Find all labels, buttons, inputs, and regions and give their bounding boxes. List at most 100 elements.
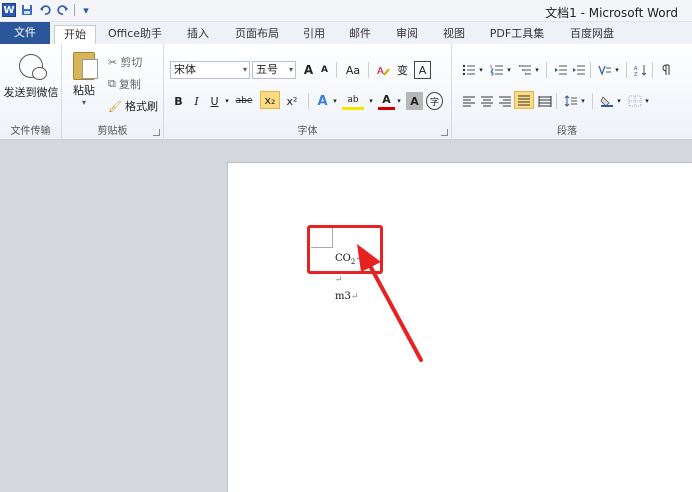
send-to-wechat-button[interactable]: 发送到微信 bbox=[2, 54, 60, 100]
align-left-icon[interactable] bbox=[460, 92, 477, 110]
chinese-layout-icon[interactable] bbox=[596, 61, 613, 79]
copy-button[interactable]: ⧉ 复制 bbox=[108, 76, 141, 92]
chevron-down-icon[interactable]: ▾ bbox=[612, 61, 622, 79]
align-right-icon[interactable] bbox=[496, 92, 513, 110]
copy-label: 复制 bbox=[118, 78, 141, 91]
justify-icon[interactable] bbox=[514, 91, 534, 109]
separator bbox=[592, 93, 593, 109]
sort-icon[interactable]: AZ bbox=[632, 61, 649, 79]
character-border-button[interactable]: A bbox=[414, 61, 431, 79]
format-painter-button[interactable]: 🖌 格式刷 bbox=[108, 98, 158, 114]
copy-icon: ⧉ bbox=[108, 77, 116, 90]
highlight-button[interactable]: ab bbox=[342, 92, 364, 110]
bullets-icon[interactable] bbox=[460, 61, 477, 79]
strikethrough-button[interactable]: abe bbox=[234, 92, 254, 110]
chevron-down-icon: ▾ bbox=[242, 65, 247, 74]
superscript-button[interactable]: x² bbox=[282, 92, 302, 110]
font-launcher-icon[interactable] bbox=[441, 129, 448, 136]
tab-page-layout[interactable]: 页面布局 bbox=[228, 25, 286, 44]
line-spacing-icon[interactable] bbox=[562, 92, 579, 110]
title-bar: W ▾ 文档1 - Microsoft Word bbox=[0, 0, 692, 22]
m3-text: m3 bbox=[335, 291, 351, 302]
chevron-down-icon[interactable]: ▾ bbox=[504, 61, 514, 79]
quick-access-toolbar: W ▾ bbox=[2, 3, 93, 17]
multilevel-list-icon[interactable] bbox=[516, 61, 533, 79]
chevron-down-icon[interactable]: ▾ bbox=[642, 92, 652, 110]
clear-format-icon[interactable]: A bbox=[374, 61, 391, 79]
tab-insert[interactable]: 插入 bbox=[178, 25, 218, 44]
tab-references[interactable]: 引用 bbox=[296, 25, 332, 44]
ribbon-tabs: 文件 开始 Office助手 插入 页面布局 引用 邮件 审阅 视图 PDF工具… bbox=[0, 22, 692, 44]
annotation-highlight-box bbox=[307, 225, 383, 274]
send-to-wechat-label: 发送到微信 bbox=[3, 86, 59, 99]
phonetic-guide-button[interactable]: 变 bbox=[394, 61, 411, 79]
chevron-down-icon[interactable]: ▾ bbox=[532, 61, 542, 79]
borders-icon[interactable] bbox=[626, 92, 643, 110]
tab-baidu-netdisk[interactable]: 百度网盘 bbox=[560, 25, 624, 44]
customize-qat-icon[interactable]: ▾ bbox=[79, 3, 93, 17]
qat-separator bbox=[74, 4, 75, 16]
tab-pdf-tools[interactable]: PDF工具集 bbox=[483, 25, 551, 44]
separator bbox=[546, 62, 547, 78]
font-color-button[interactable]: A bbox=[378, 92, 395, 110]
tab-home[interactable]: 开始 bbox=[54, 25, 96, 44]
chevron-down-icon[interactable]: ▾ bbox=[476, 61, 486, 79]
show-formatting-marks-icon[interactable] bbox=[658, 61, 675, 79]
tab-review[interactable]: 审阅 bbox=[389, 25, 425, 44]
font-name-select[interactable]: 宋体 ▾ bbox=[170, 61, 250, 79]
paste-button[interactable]: 粘贴 ▾ bbox=[68, 52, 100, 107]
change-case-button[interactable]: Aa bbox=[342, 61, 364, 79]
underline-button[interactable]: U bbox=[206, 92, 223, 110]
chevron-down-icon[interactable]: ▾ bbox=[366, 92, 376, 110]
format-painter-icon: 🖌 bbox=[108, 99, 122, 113]
group-label-file-transfer: 文件传输 bbox=[10, 126, 51, 137]
tab-office-assistant[interactable]: Office助手 bbox=[104, 25, 166, 44]
paste-label: 粘贴 bbox=[73, 84, 95, 97]
grow-font-button[interactable]: A bbox=[300, 61, 317, 79]
paragraph-mark-icon: ↵ bbox=[350, 292, 359, 302]
undo-icon[interactable] bbox=[38, 3, 52, 17]
paste-icon bbox=[73, 52, 98, 80]
document-line-m3[interactable]: m3↵ bbox=[335, 291, 358, 302]
save-icon[interactable] bbox=[20, 3, 34, 17]
chevron-down-icon[interactable]: ▾ bbox=[578, 92, 588, 110]
separator bbox=[652, 62, 653, 78]
redo-icon[interactable] bbox=[56, 3, 70, 17]
shrink-font-button[interactable]: A bbox=[316, 61, 333, 79]
subscript-button[interactable]: x₂ bbox=[260, 91, 280, 109]
numbering-icon[interactable] bbox=[488, 61, 505, 79]
document-empty-line[interactable]: ↵ bbox=[335, 274, 343, 285]
character-shading-button[interactable]: A bbox=[406, 92, 423, 110]
chevron-down-icon[interactable]: ▾ bbox=[614, 92, 624, 110]
wechat-icon bbox=[19, 54, 47, 80]
tab-view[interactable]: 视图 bbox=[436, 25, 472, 44]
font-size-select[interactable]: 五号 ▾ bbox=[252, 61, 296, 79]
font-size-value: 五号 bbox=[256, 63, 278, 76]
cut-label: 剪切 bbox=[120, 56, 143, 69]
group-label-font: 字体 bbox=[297, 126, 318, 137]
distributed-icon[interactable] bbox=[536, 92, 553, 110]
decrease-indent-icon[interactable] bbox=[552, 61, 569, 79]
bold-button[interactable]: B bbox=[170, 92, 187, 110]
group-label-paragraph: 段落 bbox=[557, 126, 577, 137]
group-file-transfer: 发送到微信 文件传输 bbox=[0, 44, 62, 140]
text-effects-button[interactable]: A bbox=[314, 92, 331, 110]
align-center-icon[interactable] bbox=[478, 92, 495, 110]
tab-mailings[interactable]: 邮件 bbox=[342, 25, 378, 44]
italic-button[interactable]: I bbox=[188, 92, 205, 110]
document-page[interactable] bbox=[227, 162, 692, 492]
enclose-characters-button[interactable]: 字 bbox=[426, 92, 443, 110]
tab-file[interactable]: 文件 bbox=[0, 22, 50, 44]
svg-text:Z: Z bbox=[634, 72, 638, 76]
clipboard-launcher-icon[interactable] bbox=[153, 129, 160, 136]
cut-button[interactable]: ✂ 剪切 bbox=[108, 54, 142, 70]
underline-dropdown-icon[interactable]: ▾ bbox=[222, 92, 232, 110]
increase-indent-icon[interactable] bbox=[570, 61, 587, 79]
paragraph-shading-icon[interactable] bbox=[598, 92, 615, 110]
font-name-value: 宋体 bbox=[174, 63, 196, 76]
group-font: 宋体 ▾ 五号 ▾ A A Aa A 变 A B I U ▾ abe x₂ x²… bbox=[164, 44, 452, 140]
word-logo-icon[interactable]: W bbox=[2, 3, 16, 17]
chevron-down-icon[interactable]: ▾ bbox=[330, 92, 340, 110]
group-clipboard: 粘贴 ▾ ✂ 剪切 ⧉ 复制 🖌 格式刷 剪贴板 bbox=[62, 44, 164, 140]
chevron-down-icon[interactable]: ▾ bbox=[394, 92, 404, 110]
